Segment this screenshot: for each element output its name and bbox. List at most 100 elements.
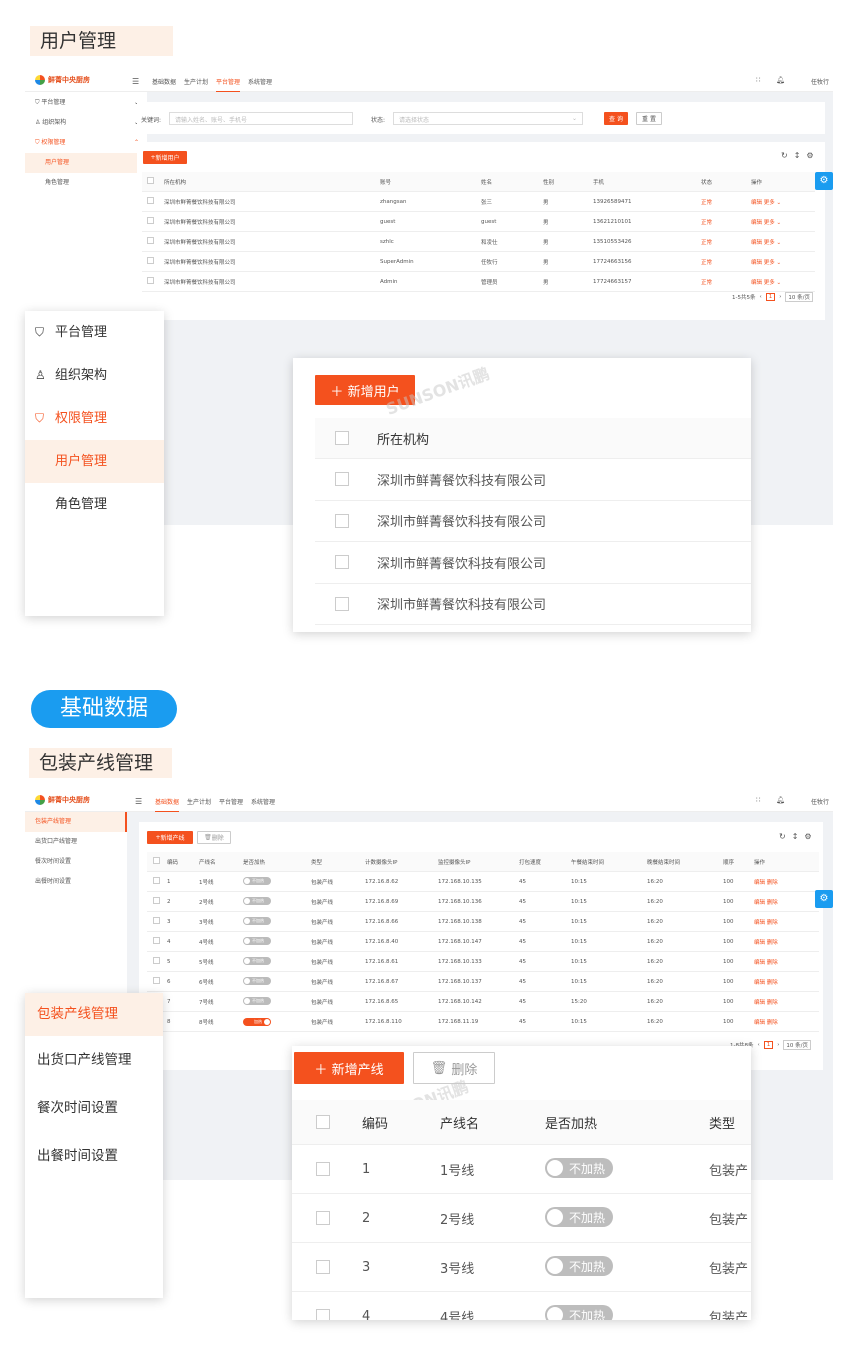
- row-checkbox[interactable]: [153, 897, 160, 904]
- delete-link[interactable]: 删除: [767, 960, 778, 966]
- header-checkbox[interactable]: [147, 177, 154, 184]
- add-line-button[interactable]: + 新增产线: [147, 831, 193, 844]
- row-checkbox-cell[interactable]: [147, 937, 167, 946]
- edit-link[interactable]: 编辑: [751, 280, 762, 286]
- edit-link[interactable]: 编辑: [754, 960, 765, 966]
- keyword-input[interactable]: 请输入姓名、账号、手机号: [169, 112, 353, 125]
- zoom-sidebar-meal-time[interactable]: 餐次时间设置: [25, 1084, 163, 1132]
- sidebar-item[interactable]: 出货口产线管理: [25, 832, 127, 852]
- status-select[interactable]: 请选择状态 ⌄: [393, 112, 583, 125]
- heating-toggle[interactable]: 不加热: [545, 1158, 613, 1178]
- heating-toggle[interactable]: 不加热: [545, 1256, 613, 1276]
- row-checkbox-cell[interactable]: [292, 1309, 362, 1320]
- top-nav-item[interactable]: 系统管理: [248, 77, 272, 86]
- row-checkbox[interactable]: [335, 513, 349, 528]
- reset-button[interactable]: 重 置: [636, 112, 662, 125]
- more-link[interactable]: 更多 ⌄: [764, 200, 781, 206]
- edit-link[interactable]: 编辑: [754, 880, 765, 886]
- edit-link[interactable]: 编辑: [754, 1020, 765, 1026]
- column-height-icon[interactable]: ↕: [794, 151, 801, 160]
- edit-link[interactable]: 编辑: [751, 220, 762, 226]
- heating-toggle[interactable]: 加热: [243, 1017, 271, 1026]
- edit-link[interactable]: 编辑: [754, 980, 765, 986]
- top-nav-item[interactable]: 生产计划: [187, 797, 211, 806]
- header-checkbox[interactable]: [335, 431, 349, 445]
- delete-link[interactable]: 删除: [767, 900, 778, 906]
- user-name-2[interactable]: 任牧行: [811, 797, 829, 806]
- header-checkbox-cell[interactable]: [142, 177, 164, 186]
- user-name[interactable]: 任牧行: [811, 77, 829, 86]
- row-checkbox-cell[interactable]: [147, 957, 167, 966]
- delete-link[interactable]: 删除: [767, 940, 778, 946]
- row-checkbox-cell[interactable]: [315, 555, 377, 570]
- zoom-sidebar-users[interactable]: 用户管理: [25, 440, 164, 483]
- row-checkbox[interactable]: [316, 1260, 330, 1274]
- top-nav-item[interactable]: 平台管理: [219, 797, 243, 806]
- delete-link[interactable]: 删除: [767, 920, 778, 926]
- sidebar-item[interactable]: 包装产线管理: [25, 812, 127, 832]
- settings-icon[interactable]: ⚙: [804, 832, 811, 841]
- more-link[interactable]: 更多 ⌄: [764, 280, 781, 286]
- row-checkbox[interactable]: [147, 277, 154, 284]
- row-checkbox[interactable]: [153, 917, 160, 924]
- edit-link[interactable]: 编辑: [754, 920, 765, 926]
- zoom-sidebar-packing[interactable]: 包装产线管理: [25, 993, 163, 1036]
- row-checkbox[interactable]: [153, 977, 160, 984]
- row-checkbox[interactable]: [153, 937, 160, 944]
- row-checkbox-cell[interactable]: [142, 277, 164, 286]
- menu-toggle-icon[interactable]: ☰: [135, 797, 142, 806]
- column-height-icon[interactable]: ↕: [792, 832, 799, 841]
- top-nav-item[interactable]: 系统管理: [251, 797, 275, 806]
- page-size-select[interactable]: 10 条/页: [785, 292, 813, 302]
- zoom-sidebar-roles[interactable]: 角色管理: [25, 483, 164, 526]
- bell-icon[interactable]: 🔔︎: [776, 76, 785, 84]
- header-checkbox-cell[interactable]: [147, 857, 167, 866]
- header-checkbox-cell[interactable]: [292, 1115, 362, 1129]
- header-checkbox[interactable]: [153, 857, 160, 864]
- edit-link[interactable]: 编辑: [751, 200, 762, 206]
- delete-link[interactable]: 删除: [767, 980, 778, 986]
- row-checkbox[interactable]: [153, 957, 160, 964]
- page-1[interactable]: 1: [763, 1041, 774, 1049]
- sidebar-item[interactable]: 出餐时间设置: [25, 872, 127, 892]
- search-button[interactable]: 查 询: [604, 112, 628, 125]
- delete-link[interactable]: 删除: [767, 880, 778, 886]
- zoom-sidebar-platform[interactable]: ⛉ 平台管理: [25, 311, 164, 354]
- page-size-select[interactable]: 10 条/页: [783, 1040, 811, 1050]
- sidebar-item-platform[interactable]: ⛉ 平台管理⌄: [25, 93, 147, 113]
- zoom-sidebar-permission[interactable]: ⛉ 权限管理: [25, 397, 164, 440]
- sidebar-item-users[interactable]: 用户管理: [25, 153, 147, 173]
- zoom-sidebar-serve-time[interactable]: 出餐时间设置: [25, 1132, 163, 1180]
- page-1[interactable]: 1: [765, 293, 776, 301]
- edit-link[interactable]: 编辑: [754, 1000, 765, 1006]
- row-checkbox-cell[interactable]: [147, 977, 167, 986]
- row-checkbox-cell[interactable]: [292, 1162, 362, 1176]
- heating-toggle[interactable]: 不加热: [243, 917, 271, 925]
- top-nav-item[interactable]: 生产计划: [184, 77, 208, 86]
- header-checkbox-cell[interactable]: [315, 431, 377, 445]
- row-checkbox-cell[interactable]: [142, 237, 164, 246]
- grid-icon[interactable]: ∷: [756, 76, 760, 84]
- zoom-sidebar-org[interactable]: ♙ 组织架构: [25, 354, 164, 397]
- heating-toggle[interactable]: 不加热: [243, 897, 271, 905]
- row-checkbox[interactable]: [335, 472, 349, 487]
- heating-toggle[interactable]: 不加热: [243, 937, 271, 945]
- sidebar-item[interactable]: 餐次时间设置: [25, 852, 127, 872]
- row-checkbox[interactable]: [147, 257, 154, 264]
- row-checkbox-cell[interactable]: [292, 1260, 362, 1274]
- zoom-sidebar-outlet[interactable]: 出货口产线管理: [25, 1036, 163, 1084]
- edit-link[interactable]: 编辑: [754, 900, 765, 906]
- row-checkbox-cell[interactable]: [315, 513, 377, 528]
- zoom-add-line-button[interactable]: ＋ 新增产线: [294, 1052, 404, 1084]
- row-checkbox[interactable]: [316, 1309, 330, 1320]
- row-checkbox[interactable]: [147, 217, 154, 224]
- top-nav-item[interactable]: 基础数据: [155, 797, 180, 812]
- row-checkbox[interactable]: [316, 1211, 330, 1225]
- heating-toggle[interactable]: 不加热: [243, 877, 271, 885]
- heating-toggle[interactable]: 不加热: [243, 997, 271, 1005]
- row-checkbox-cell[interactable]: [315, 472, 377, 487]
- header-checkbox[interactable]: [316, 1115, 330, 1129]
- heating-toggle[interactable]: 不加热: [243, 977, 271, 985]
- row-checkbox-cell[interactable]: [315, 596, 377, 611]
- settings-icon[interactable]: ⚙: [806, 151, 813, 160]
